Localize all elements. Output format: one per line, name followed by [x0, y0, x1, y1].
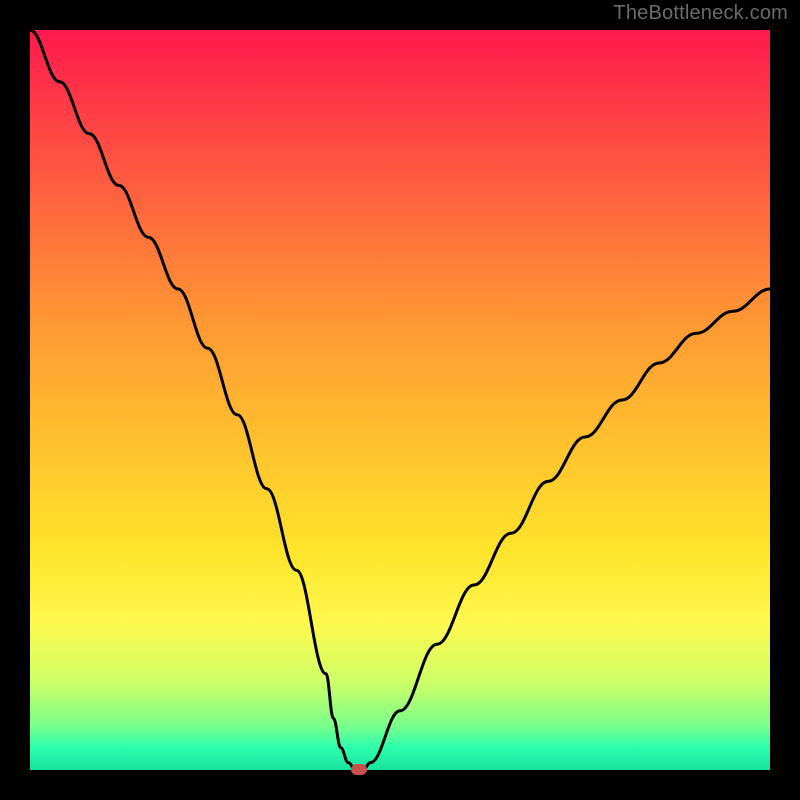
chart-frame: TheBottleneck.com [0, 0, 800, 800]
optimal-point-marker [351, 764, 367, 775]
curve-svg [30, 30, 770, 770]
watermark-text: TheBottleneck.com [613, 2, 788, 25]
bottleneck-curve [30, 30, 770, 770]
plot-area [30, 30, 770, 770]
